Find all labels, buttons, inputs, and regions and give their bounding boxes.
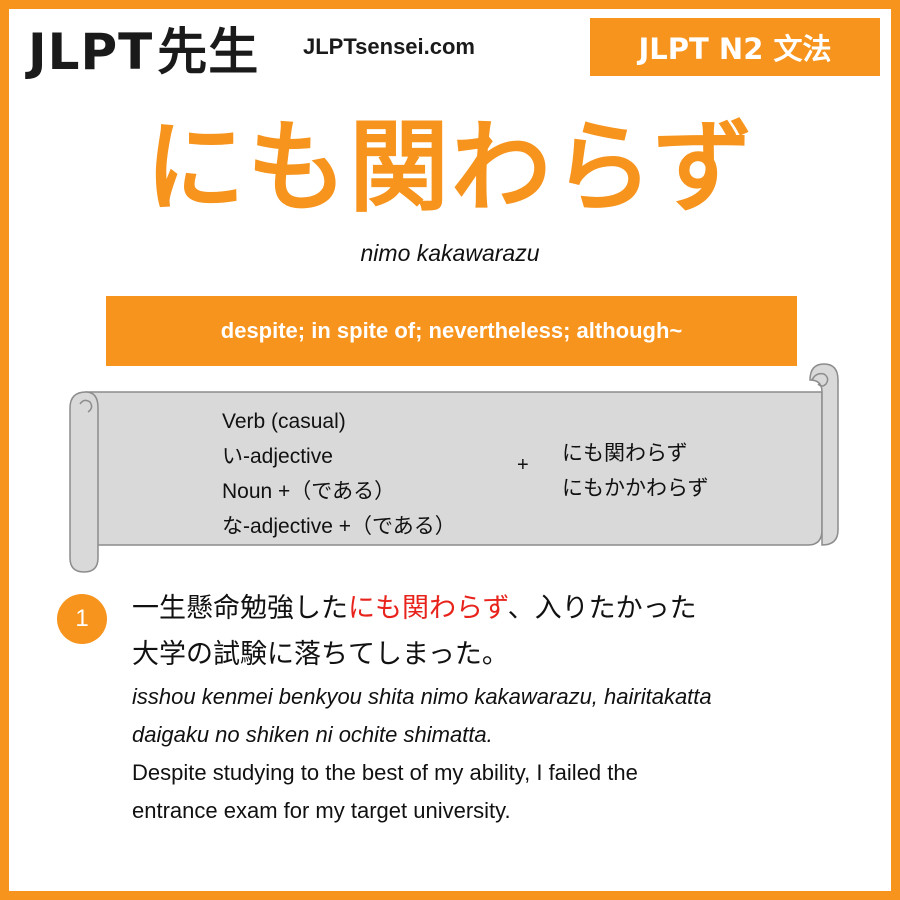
example-romaji-line: isshou kenmei benkyou shita nimo kakawar… <box>132 684 712 709</box>
form-verb: Verb (casual) <box>222 410 346 433</box>
example-english-line: entrance exam for my target university. <box>132 798 511 823</box>
pattern-kanji: にも関わらず <box>562 441 688 465</box>
form-noun: Noun +（である） <box>222 480 396 503</box>
example-romaji-line: daigaku no shiken ni ochite shimatta. <box>132 722 493 747</box>
form-na-adjective: な-adjective +（である） <box>222 515 456 538</box>
example-number-badge: 1 <box>57 594 107 644</box>
example-jp-before: 一生懸命勉強した <box>132 593 348 624</box>
example-romaji: isshou kenmei benkyou shita nimo kakawar… <box>132 678 882 754</box>
example-jp-line2: 大学の試験に落ちてしまった。 <box>132 639 509 670</box>
formation-patterns: にも関わらず にもかかわらず <box>562 436 709 506</box>
example-english-line: Despite studying to the best of my abili… <box>132 760 638 785</box>
example-jp-after: 、入りたかった <box>507 593 697 624</box>
formation-forms: Verb (casual) い-adjective Noun +（である） な-… <box>222 404 456 544</box>
plus-sign: + <box>517 454 529 476</box>
example-english: Despite studying to the best of my abili… <box>132 754 882 830</box>
form-i-adjective: い-adjective <box>222 445 333 468</box>
example-japanese: 一生懸命勉強したにも関わらず、入りたかった 大学の試験に落ちてしまった。 <box>132 586 852 678</box>
pattern-kana: にもかかわらず <box>562 476 709 500</box>
example-jp-highlight: にも関わらず <box>348 593 508 624</box>
